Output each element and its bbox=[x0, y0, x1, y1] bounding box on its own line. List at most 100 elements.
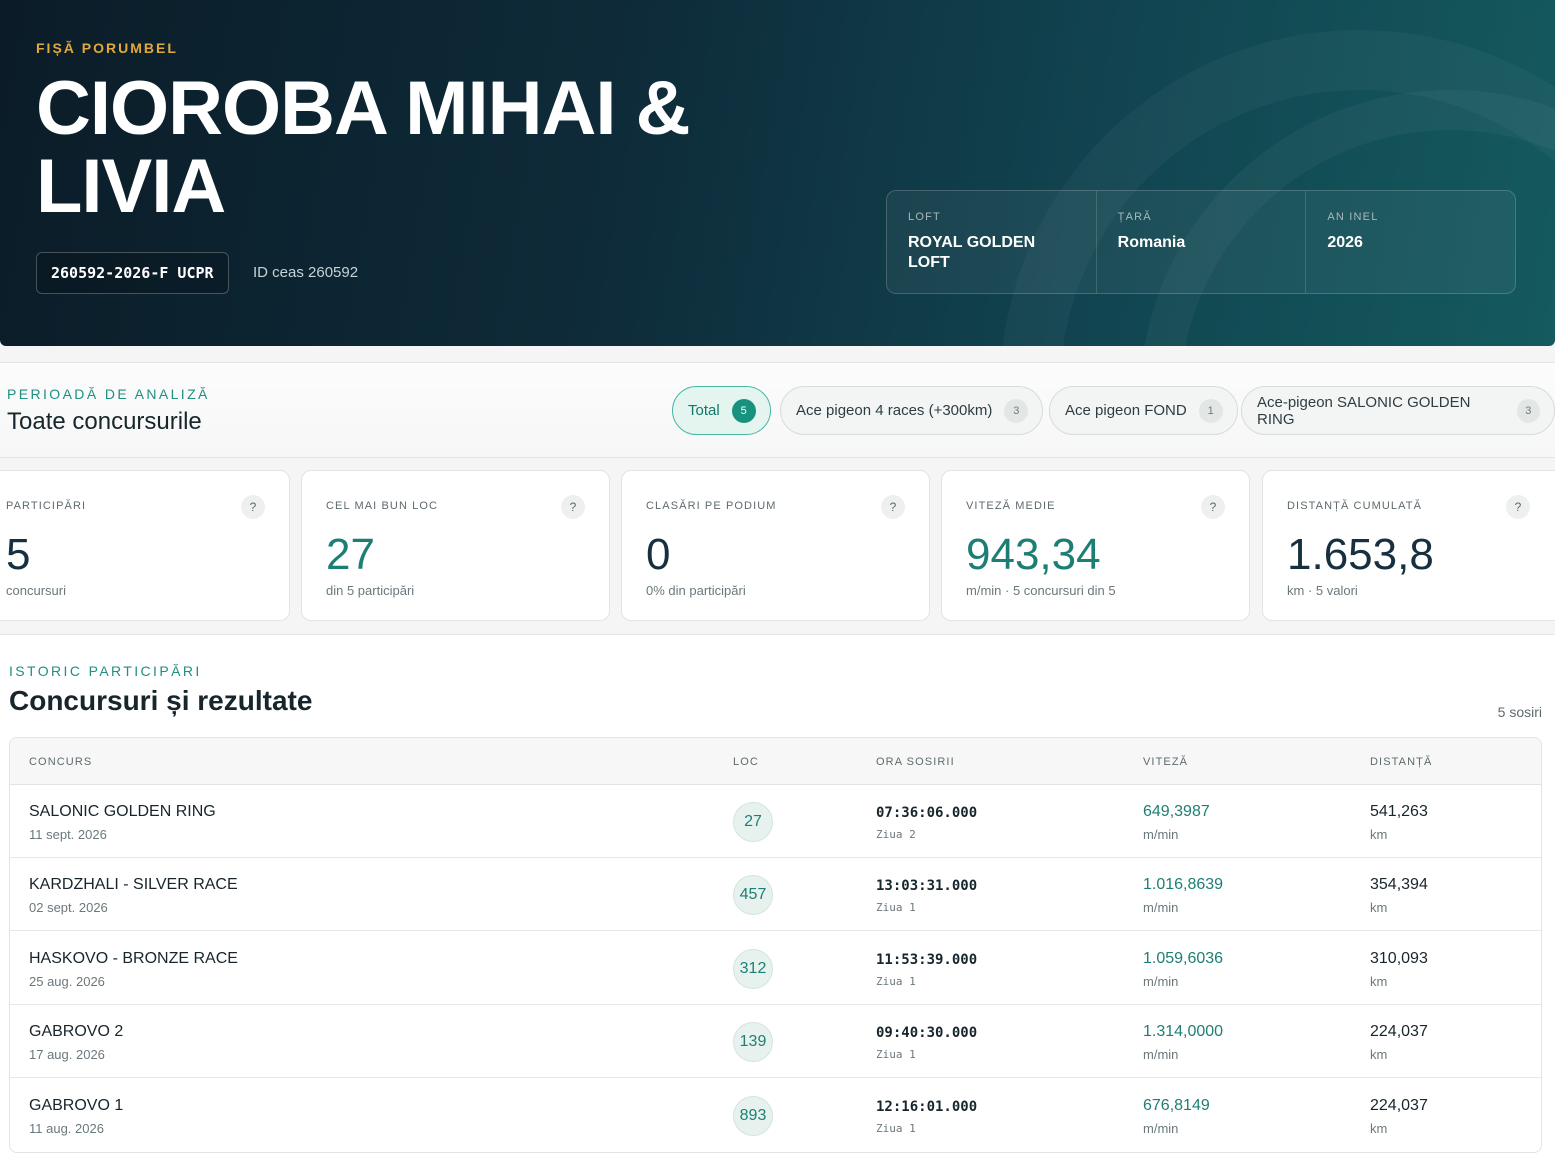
page-title: CIOROBA MIHAI & LIVIA bbox=[36, 66, 691, 229]
arrival-time: 11:53:39.000 bbox=[876, 952, 978, 968]
table-header: CONCURS LOC ORA SOSIRII VITEZĂ DISTANȚĂ bbox=[10, 738, 1541, 785]
stat-card-participations: PARTICIPĂRI ? 5 concursuri bbox=[0, 470, 290, 621]
meta-label: LOFT bbox=[908, 211, 941, 223]
distance-unit: km bbox=[1370, 1047, 1388, 1062]
stat-card-avg-speed: VITEZĂ MEDIE ? 943,34 m/min · 5 concursu… bbox=[941, 470, 1250, 621]
race-name: SALONIC GOLDEN RING bbox=[29, 803, 216, 820]
chip-count: 5 bbox=[731, 398, 756, 423]
help-icon[interactable]: ? bbox=[561, 495, 585, 519]
distance-unit: km bbox=[1370, 974, 1388, 989]
arrival-time: 13:03:31.000 bbox=[876, 878, 978, 894]
column-header-arrival-time[interactable]: ORA SOSIRII bbox=[876, 756, 955, 768]
stat-label: CLASĂRI PE PODIUM bbox=[646, 500, 777, 512]
stat-value: 943,34 bbox=[966, 530, 1101, 579]
speed-unit: m/min bbox=[1143, 900, 1179, 915]
filter-chip-ace-fond[interactable]: Ace pigeon FOND 1 bbox=[1049, 386, 1238, 435]
arrival-time: 09:40:30.000 bbox=[876, 1025, 978, 1041]
stat-value: 0 bbox=[646, 530, 671, 579]
race-name: HASKOVO - BRONZE RACE bbox=[29, 950, 238, 967]
help-icon[interactable]: ? bbox=[881, 495, 905, 519]
speed-value: 676,8149 bbox=[1143, 1097, 1210, 1114]
chip-label: Ace pigeon 4 races (+300km) bbox=[796, 402, 993, 419]
stat-label: DISTANȚĂ CUMULATĂ bbox=[1287, 500, 1423, 512]
history-eyebrow: ISTORIC PARTICIPĂRI bbox=[9, 663, 202, 679]
chip-label: Ace pigeon FOND bbox=[1065, 402, 1187, 419]
help-icon[interactable]: ? bbox=[241, 495, 265, 519]
race-name: GABROVO 2 bbox=[29, 1023, 124, 1040]
stat-card-total-distance: DISTANȚĂ CUMULATĂ ? 1.653,8 km · 5 valor… bbox=[1262, 470, 1555, 621]
arrival-time: 07:36:06.000 bbox=[876, 805, 978, 821]
distance-unit: km bbox=[1370, 827, 1388, 842]
chip-count: 3 bbox=[1516, 398, 1540, 423]
stat-label: CEL MAI BUN LOC bbox=[326, 500, 439, 512]
meta-label: ȚARĂ bbox=[1117, 211, 1152, 223]
place-badge: 139 bbox=[733, 1022, 773, 1062]
speed-value: 1.314,0000 bbox=[1143, 1023, 1224, 1040]
chip-count: 3 bbox=[1004, 398, 1029, 423]
distance-value: 224,037 bbox=[1370, 1023, 1428, 1040]
arrival-day: Ziua 2 bbox=[876, 828, 916, 841]
table-row[interactable]: GABROVO 1 11 aug. 2026 893 12:16:01.000 … bbox=[10, 1079, 1541, 1152]
stat-sub: concursuri bbox=[6, 583, 66, 598]
analysis-period-bar: PERIOADĂ DE ANALIZĂ Toate concursurile T… bbox=[0, 362, 1555, 458]
speed-value: 1.059,6036 bbox=[1143, 950, 1224, 967]
race-date: 02 sept. 2026 bbox=[29, 900, 108, 915]
arrivals-count: 5 sosiri bbox=[1497, 704, 1542, 720]
clock-id: ID ceas 260592 bbox=[253, 264, 359, 281]
period-eyebrow: PERIOADĂ DE ANALIZĂ bbox=[7, 386, 210, 402]
arrival-day: Ziua 1 bbox=[876, 1122, 916, 1135]
distance-value: 310,093 bbox=[1370, 950, 1428, 967]
pigeon-hero: FIȘĂ PORUMBEL CIOROBA MIHAI & LIVIA 2605… bbox=[0, 0, 1555, 346]
table-row[interactable]: GABROVO 2 17 aug. 2026 139 09:40:30.000 … bbox=[10, 1005, 1541, 1078]
stat-card-best-place: CEL MAI BUN LOC ? 27 din 5 participări bbox=[301, 470, 610, 621]
filter-chip-ace-4-races[interactable]: Ace pigeon 4 races (+300km) 3 bbox=[780, 386, 1044, 435]
race-date: 17 aug. 2026 bbox=[29, 1047, 105, 1062]
ring-number-badge: 260592-2026-F UCPR bbox=[36, 252, 229, 294]
stat-value: 27 bbox=[326, 530, 375, 579]
column-header-race[interactable]: CONCURS bbox=[29, 756, 92, 768]
history-title: Concursuri și rezultate bbox=[9, 685, 313, 716]
chip-label: Ace-pigeon SALONIC GOLDEN RING bbox=[1257, 393, 1471, 428]
stat-sub: km · 5 valori bbox=[1287, 583, 1358, 598]
place-badge: 27 bbox=[733, 802, 773, 842]
meta-country: ȚARĂ Romania bbox=[1097, 191, 1307, 293]
table-row[interactable]: HASKOVO - BRONZE RACE 25 aug. 2026 312 1… bbox=[10, 932, 1541, 1005]
filter-chip-ace-salonic[interactable]: Ace-pigeon SALONIC GOLDEN RING 3 bbox=[1241, 386, 1555, 435]
race-name: KARDZHALI - SILVER RACE bbox=[29, 876, 238, 893]
stat-value: 1.653,8 bbox=[1287, 530, 1434, 579]
place-badge: 312 bbox=[733, 949, 773, 989]
stat-value: 5 bbox=[6, 530, 31, 579]
speed-unit: m/min bbox=[1143, 974, 1179, 989]
column-header-speed[interactable]: VITEZĂ bbox=[1143, 756, 1188, 768]
arrival-day: Ziua 1 bbox=[876, 975, 916, 988]
race-date: 11 aug. 2026 bbox=[29, 1121, 104, 1136]
speed-value: 649,3987 bbox=[1143, 803, 1210, 820]
chip-count: 1 bbox=[1198, 398, 1223, 423]
meta-label: AN INEL bbox=[1327, 211, 1379, 223]
filter-chip-total[interactable]: Total 5 bbox=[672, 386, 771, 435]
stat-label: PARTICIPĂRI bbox=[6, 500, 87, 512]
speed-value: 1.016,8639 bbox=[1143, 876, 1224, 893]
meta-ring-year: AN INEL 2026 bbox=[1306, 191, 1515, 293]
distance-unit: km bbox=[1370, 900, 1388, 915]
arrival-day: Ziua 1 bbox=[876, 1048, 916, 1061]
meta-value: ROYAL GOLDEN LOFT bbox=[908, 234, 1036, 271]
stat-sub: din 5 participări bbox=[326, 583, 415, 598]
meta-value: 2026 bbox=[1327, 234, 1363, 251]
distance-value: 224,037 bbox=[1370, 1097, 1428, 1114]
speed-unit: m/min bbox=[1143, 1047, 1179, 1062]
help-icon[interactable]: ? bbox=[1201, 495, 1225, 519]
table-row[interactable]: SALONIC GOLDEN RING 11 sept. 2026 27 07:… bbox=[10, 785, 1541, 858]
table-row[interactable]: KARDZHALI - SILVER RACE 02 sept. 2026 45… bbox=[10, 858, 1541, 931]
stat-card-podium: CLASĂRI PE PODIUM ? 0 0% din participări bbox=[621, 470, 930, 621]
column-header-distance[interactable]: DISTANȚĂ bbox=[1370, 756, 1432, 768]
column-header-place[interactable]: LOC bbox=[733, 756, 759, 768]
distance-unit: km bbox=[1370, 1121, 1388, 1136]
results-table: CONCURS LOC ORA SOSIRII VITEZĂ DISTANȚĂ … bbox=[9, 737, 1542, 1153]
place-badge: 893 bbox=[733, 1096, 773, 1136]
arrival-time: 12:16:01.000 bbox=[876, 1099, 978, 1115]
distance-value: 541,263 bbox=[1370, 803, 1428, 820]
stat-sub: m/min · 5 concursuri din 5 bbox=[966, 583, 1116, 598]
help-icon[interactable]: ? bbox=[1506, 495, 1530, 519]
race-date: 25 aug. 2026 bbox=[29, 974, 105, 989]
